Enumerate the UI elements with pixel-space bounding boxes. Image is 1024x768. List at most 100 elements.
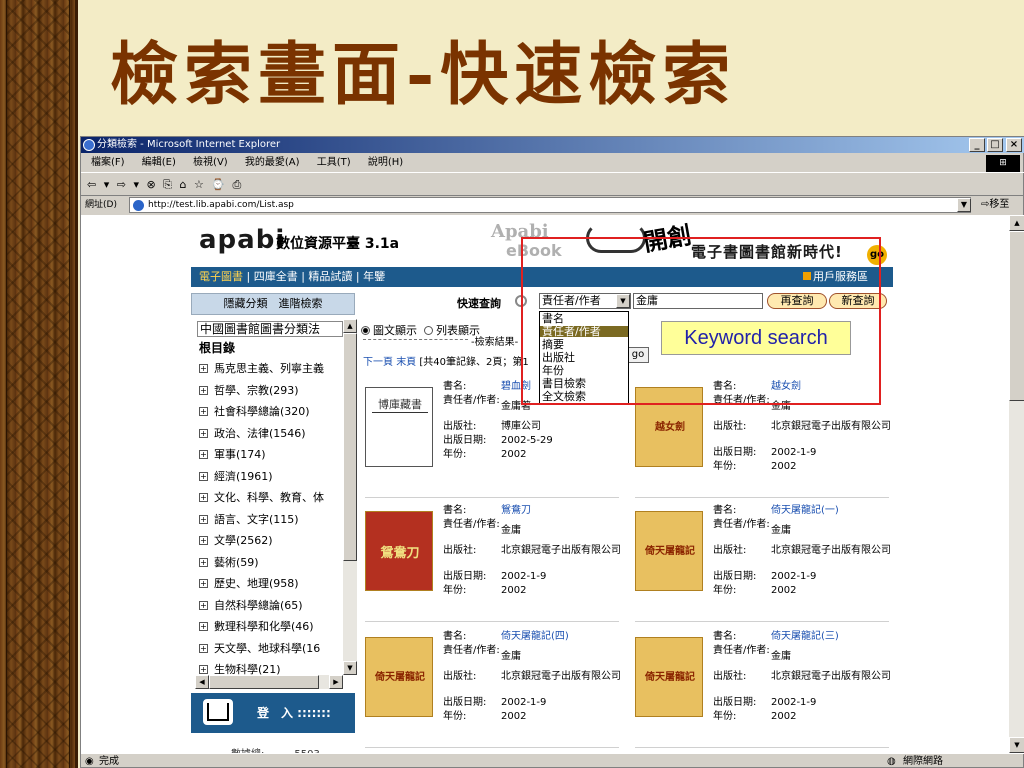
expand-icon[interactable]: +: [199, 622, 208, 631]
status-bar: ◉ 完成 ◍ 網際網路: [81, 753, 1024, 768]
tree-item[interactable]: + 自然科學總論(65): [199, 596, 341, 616]
book-publisher-label: 出版社:: [443, 545, 477, 556]
left-panel-header[interactable]: 隱藏分類 進階檢索: [191, 293, 355, 315]
book-divider: [365, 497, 619, 498]
page-scrollbar[interactable]: ▲ ▼: [1009, 215, 1024, 753]
tree-item[interactable]: + 語言、文字(115): [199, 510, 341, 530]
go-button[interactable]: ⇨移至: [981, 196, 1009, 214]
minimize-button[interactable]: _: [969, 138, 985, 152]
expand-icon[interactable]: +: [199, 471, 208, 481]
book-cover[interactable]: 倚天屠龍記: [365, 637, 433, 717]
scroll-down-button[interactable]: ▼: [1009, 737, 1024, 753]
book-cover[interactable]: 鴛鴦刀: [365, 511, 433, 591]
tree-item[interactable]: + 社會科學總論(320): [199, 402, 341, 422]
menu-tools[interactable]: 工具(T): [317, 157, 351, 168]
expand-icon[interactable]: +: [199, 493, 208, 502]
tree-item-label: 語言、文字(115): [214, 512, 299, 526]
book-title[interactable]: 倚天屠龍記(三): [771, 631, 891, 643]
address-dropdown-button[interactable]: ▼: [957, 198, 971, 212]
classification-select[interactable]: 中國圖書館圖書分類法: [197, 321, 343, 337]
expand-icon[interactable]: +: [199, 450, 208, 459]
expand-icon[interactable]: +: [199, 407, 208, 416]
expand-icon[interactable]: +: [199, 643, 208, 653]
tree-item-label: 哲學、宗教(293): [214, 383, 299, 397]
browser-window: 分類檢索 - Microsoft Internet Explorer _ □ ×…: [80, 136, 1024, 768]
menu-view[interactable]: 檢視(V): [193, 157, 228, 168]
book-title[interactable]: 倚天屠龍記(四): [501, 631, 621, 643]
pager-next[interactable]: 下一頁: [363, 357, 393, 368]
scroll-up-button[interactable]: ▲: [343, 319, 357, 333]
expand-icon[interactable]: +: [199, 579, 208, 588]
maximize-button[interactable]: □: [987, 138, 1003, 152]
tree-item[interactable]: + 數理科學和化學(46): [199, 617, 341, 637]
expand-icon[interactable]: +: [199, 428, 208, 438]
page-scroll-thumb[interactable]: [1009, 231, 1024, 401]
book-year: 2002: [501, 711, 527, 722]
nav-links: 電子圖書 | 四庫全書 | 精品試讀 | 年鑒: [199, 270, 386, 283]
book-year: 2002: [771, 711, 797, 722]
divider: [363, 339, 468, 340]
tree-item[interactable]: + 馬克思主義、列寧主義: [199, 359, 341, 379]
keyword-search-callout: Keyword search: [661, 321, 851, 355]
tree-item[interactable]: + 政治、法律(1546): [199, 424, 341, 444]
expand-icon[interactable]: +: [199, 665, 208, 674]
expand-icon[interactable]: +: [199, 364, 208, 373]
tree-item[interactable]: + 文學(2562): [199, 531, 341, 551]
expand-icon[interactable]: +: [199, 514, 208, 524]
address-input[interactable]: http://test.lib.apabi.com/List.asp: [129, 197, 971, 213]
book-publisher: 北京銀冠電子出版有限公司: [501, 671, 621, 682]
window-titlebar: 分類檢索 - Microsoft Internet Explorer: [81, 137, 1024, 153]
tree-item[interactable]: + 哲學、宗教(293): [199, 381, 341, 401]
login-button[interactable]: 登 入 :::::::: [257, 693, 331, 733]
menu-file[interactable]: 檔案(F): [91, 157, 125, 168]
menu-help[interactable]: 說明(H): [368, 157, 403, 168]
scroll-down-button[interactable]: ▼: [343, 661, 357, 675]
tree-item-label: 數理科學和化學(46): [214, 620, 314, 633]
left-panel-scroll-thumb[interactable]: [343, 333, 357, 561]
radio-image-mode[interactable]: [361, 326, 370, 335]
book-cover[interactable]: 博庫藏書: [365, 387, 433, 467]
nav-yearbook[interactable]: 年鑒: [363, 270, 385, 283]
book-title[interactable]: 鴛鴦刀: [501, 505, 621, 517]
tree-item-label: 藝術(59): [214, 555, 259, 569]
tree-item[interactable]: + 經濟(1961): [199, 467, 341, 487]
nav-preview[interactable]: 精品試讀: [308, 270, 352, 283]
expand-icon[interactable]: +: [199, 557, 208, 567]
book-author-label: 責任者/作者:: [443, 645, 500, 656]
book-cover[interactable]: 倚天屠龍記: [635, 511, 703, 591]
book-publisher: 北京銀冠電子出版有限公司: [771, 545, 891, 556]
tree-item-label: 生物科學(21): [214, 663, 281, 676]
tree-root[interactable]: 根目錄: [199, 339, 235, 356]
nav-ebooks[interactable]: 電子圖書: [199, 270, 243, 283]
tree-item[interactable]: + 歷史、地理(958): [199, 574, 341, 594]
tree-item[interactable]: + 藝術(59): [199, 553, 341, 573]
address-bar: 網址(D) http://test.lib.apabi.com/List.asp…: [81, 196, 1024, 214]
tree-item[interactable]: + 生物科學(21): [199, 660, 341, 680]
book-date-label: 出版日期:: [713, 447, 757, 458]
menu-edit[interactable]: 編輯(E): [142, 157, 176, 168]
book-author-label: 責任者/作者:: [443, 519, 500, 530]
book-cover[interactable]: 倚天屠龍記: [635, 637, 703, 717]
expand-icon[interactable]: +: [199, 536, 208, 545]
radio-list-mode[interactable]: [424, 326, 433, 335]
expand-icon[interactable]: +: [199, 600, 208, 610]
pager-last[interactable]: 末頁: [396, 357, 416, 368]
tree-item[interactable]: + 文化、科學、教育、体: [199, 488, 341, 508]
expand-icon[interactable]: +: [199, 385, 208, 395]
book-title-label: 書名:: [443, 505, 467, 516]
book-year-label: 年份:: [443, 711, 467, 722]
book-title[interactable]: 倚天屠龍記(一): [771, 505, 891, 517]
menu-favorites[interactable]: 我的最愛(A): [245, 157, 300, 168]
book-publisher-label: 出版社:: [713, 671, 747, 682]
book-publisher-label: 出版社:: [713, 421, 747, 432]
toolbar-nav-icons[interactable]: ⇦ ▾ ⇨ ▾ ⊗ ⎘ ⌂ ☆ ⌚ ⎙: [87, 178, 243, 191]
tree-item[interactable]: + 天文學、地球科學(16: [199, 639, 341, 659]
book-title-label: 書名:: [443, 381, 467, 392]
address-label: 網址(D): [85, 200, 117, 210]
scroll-up-button[interactable]: ▲: [1009, 215, 1024, 231]
nav-siku[interactable]: 四庫全書: [254, 270, 298, 283]
tree-item[interactable]: + 軍事(174): [199, 445, 341, 465]
book-date: 2002-1-9: [501, 697, 547, 708]
page-icon: ◉: [85, 756, 94, 767]
close-button[interactable]: ×: [1006, 138, 1022, 152]
